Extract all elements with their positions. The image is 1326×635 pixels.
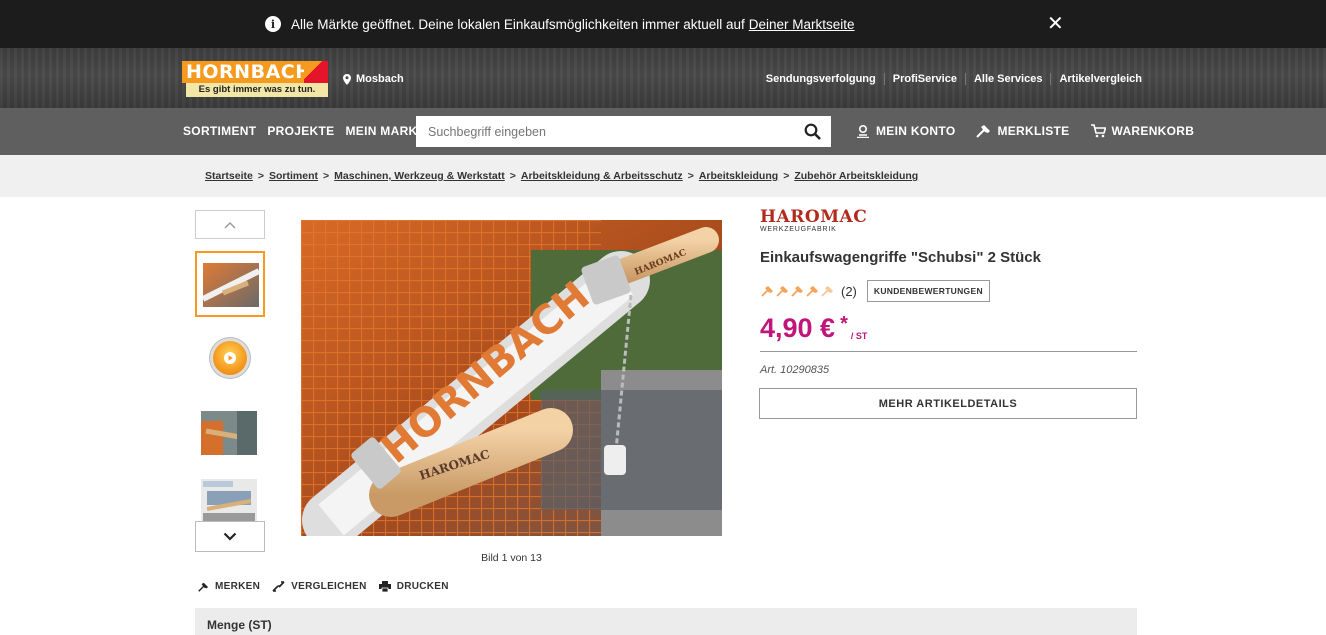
- my-account-link[interactable]: MEIN KONTO: [856, 124, 955, 138]
- close-icon[interactable]: ✕: [1047, 12, 1064, 36]
- cart-label: WARENKORB: [1111, 124, 1195, 138]
- my-account-label: MEIN KONTO: [876, 124, 956, 138]
- logo-wordmark: HORNBACH: [182, 61, 311, 83]
- merken-button[interactable]: MERKEN: [197, 581, 260, 592]
- link-profiservice[interactable]: ProfiService: [883, 73, 965, 85]
- hammer-rating-icon: [806, 286, 818, 297]
- thumbnail-3[interactable]: [195, 401, 265, 467]
- thumbs-scroll-down-button[interactable]: [195, 521, 265, 552]
- hammer-icon: [976, 125, 991, 138]
- logo-flag-icon: [304, 61, 328, 83]
- crumb-zubehoer[interactable]: Zubehör Arbeitskleidung: [794, 170, 918, 182]
- compare-icon: [272, 581, 285, 592]
- chevron-down-icon: [223, 532, 237, 541]
- brand-subtitle: WERKZEUGFABRIK: [760, 226, 837, 233]
- crumb-arbeitskleidung[interactable]: Arbeitskleidung: [699, 170, 778, 182]
- printer-icon: [378, 581, 391, 592]
- crumb-arbeitsschutz[interactable]: Arbeitskleidung & Arbeitsschutz: [521, 170, 683, 182]
- quantity-label: Menge (ST): [207, 618, 272, 632]
- thumbnail-1[interactable]: [195, 251, 265, 317]
- chevron-up-icon: [224, 221, 236, 228]
- vergleichen-label: VERGLEICHEN: [291, 581, 367, 592]
- quantity-section: Menge (ST): [195, 608, 1137, 635]
- nav-mein-markt[interactable]: MEIN MARKT: [345, 124, 425, 138]
- service-links: Sendungsverfolgung ProfiService Alle Ser…: [758, 73, 1150, 85]
- hornbach-logo[interactable]: HORNBACH Es gibt immer was zu tun.: [182, 61, 342, 99]
- link-sendungsverfolgung[interactable]: Sendungsverfolgung: [758, 73, 884, 85]
- price-value: 4,90 €: [760, 313, 836, 343]
- search-box: [416, 116, 831, 147]
- notice-bar: i Alle Märkte geöffnet. Deine lokalen Ei…: [0, 0, 1326, 48]
- image-caption: Bild 1 von 13: [481, 552, 542, 564]
- brand-name: HAROMAC: [760, 207, 868, 227]
- nav-projekte[interactable]: PROJEKTE: [267, 124, 334, 138]
- product-actions: MERKEN VERGLEICHEN DRUCKEN: [197, 581, 461, 592]
- main-nav: SORTIMENT PROJEKTE MEIN MARKT MEIN KONTO…: [0, 108, 1326, 155]
- product-price: 4,90 € * / ST: [760, 313, 867, 344]
- nav-sortiment[interactable]: SORTIMENT: [183, 124, 256, 138]
- crumb-separator-icon: >: [687, 170, 694, 182]
- market-page-link[interactable]: Deiner Marktseite: [749, 17, 855, 32]
- crumb-startseite[interactable]: Startseite: [205, 170, 253, 182]
- product-title: Einkaufswagengriffe "Schubsi" 2 Stück: [760, 249, 1041, 266]
- drucken-label: DRUCKEN: [396, 581, 449, 592]
- article-number: Art. 10290835: [760, 364, 830, 376]
- vergleichen-button[interactable]: VERGLEICHEN: [272, 581, 367, 592]
- breadcrumb: Startseite > Sortiment > Maschinen, Werkze…: [205, 170, 918, 182]
- hammer-rating-icon: [776, 286, 788, 297]
- cart-icon: [1090, 124, 1106, 138]
- thumbnail-image: [201, 411, 257, 455]
- wishlist-label: MERKLISTE: [997, 124, 1070, 138]
- crumb-sortiment[interactable]: Sortiment: [269, 170, 318, 182]
- search-icon[interactable]: [804, 123, 821, 140]
- brand-logo[interactable]: HAROMAC WERKZEUGFABRIK: [760, 208, 867, 233]
- crumb-maschinen[interactable]: Maschinen, Werkzeug & Werkstatt: [334, 170, 505, 182]
- hammer-rating-icon: [761, 286, 773, 297]
- divider: [760, 351, 1137, 352]
- notice-content: i Alle Märkte geöffnet. Deine lokalen Ei…: [265, 12, 855, 36]
- search-input[interactable]: [416, 116, 786, 147]
- product-rating: (2) KUNDENBEWERTUNGEN: [760, 280, 990, 302]
- hammer-rating-icon: [821, 286, 833, 297]
- drucken-button[interactable]: DRUCKEN: [378, 581, 449, 592]
- price-unit: / ST: [850, 331, 868, 341]
- product-main-image[interactable]: HORNBACH HAROMAC HAROMAC: [301, 220, 722, 536]
- cart-link[interactable]: WARENKORB: [1090, 124, 1195, 138]
- store-location[interactable]: Mosbach: [343, 73, 404, 85]
- crumb-separator-icon: >: [509, 170, 516, 182]
- thumbnail-image: [201, 479, 257, 523]
- site-header: HORNBACH Es gibt immer was zu tun. Mosba…: [0, 48, 1326, 108]
- account-nav: MEIN KONTO MERKLISTE WARENKORB: [856, 124, 1214, 138]
- link-alle-services[interactable]: Alle Services: [964, 73, 1051, 85]
- more-details-button[interactable]: MEHR ARTIKELDETAILS: [759, 388, 1137, 419]
- play-icon: [224, 352, 236, 364]
- breadcrumb-bar: Startseite > Sortiment > Maschinen, Werkze…: [0, 155, 1326, 197]
- price-footnote-marker[interactable]: *: [840, 313, 848, 336]
- user-icon: [857, 124, 869, 138]
- logo-slogan: Es gibt immer was zu tun.: [186, 83, 328, 97]
- crumb-separator-icon: >: [257, 170, 264, 182]
- customer-reviews-button[interactable]: KUNDENBEWERTUNGEN: [866, 280, 990, 302]
- hammer-rating-icon: [791, 286, 803, 297]
- video-play-button[interactable]: [213, 341, 247, 375]
- crumb-separator-icon: >: [783, 170, 790, 182]
- info-icon: i: [265, 16, 281, 32]
- thumbs-scroll-up-button[interactable]: [195, 210, 265, 239]
- nav-menu: SORTIMENT PROJEKTE MEIN MARKT: [183, 124, 436, 138]
- thumbnail-image: [203, 263, 259, 307]
- link-artikelvergleich[interactable]: Artikelvergleich: [1050, 73, 1150, 85]
- product-photo: HORNBACH HAROMAC HAROMAC: [301, 220, 722, 536]
- map-pin-icon: [343, 73, 351, 85]
- wishlist-link[interactable]: MERKLISTE: [975, 124, 1069, 138]
- location-name: Mosbach: [356, 73, 404, 85]
- rating-stars: [760, 285, 835, 297]
- notice-text: Alle Märkte geöffnet. Deine lokalen Eink…: [291, 16, 745, 32]
- rating-count[interactable]: (2): [841, 284, 857, 299]
- merken-label: MERKEN: [215, 581, 261, 592]
- crumb-separator-icon: >: [323, 170, 330, 182]
- hammer-icon: [198, 582, 208, 592]
